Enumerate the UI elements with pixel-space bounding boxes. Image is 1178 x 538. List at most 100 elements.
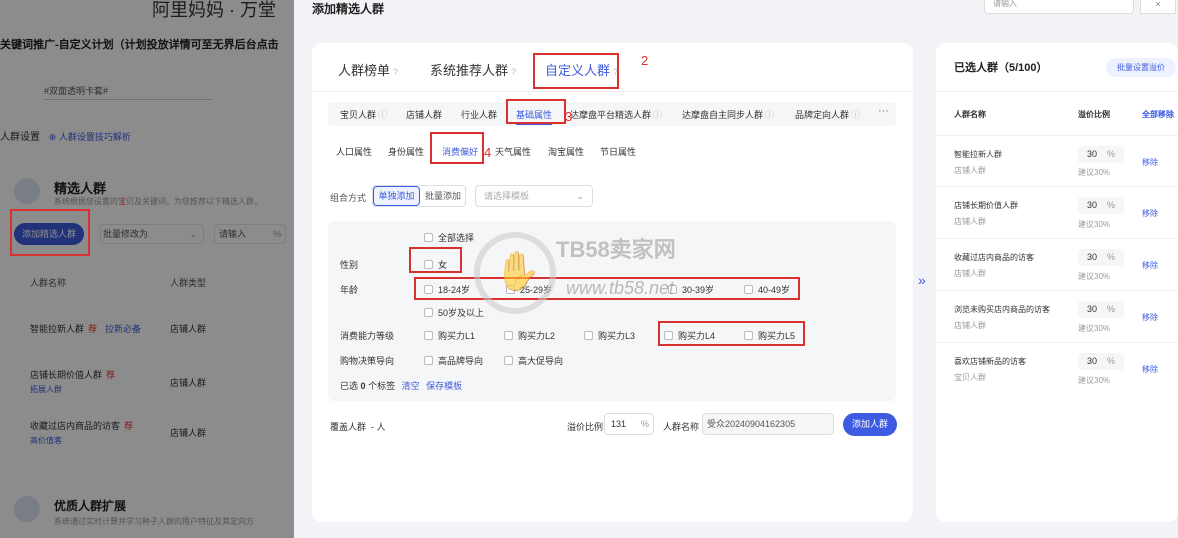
subtab-brand-crowd[interactable]: 品牌定向人群 ⓘ [795, 108, 860, 121]
help-icon: ? [613, 67, 619, 77]
subtab-item-crowd[interactable]: 宝贝人群 ⓘ [340, 108, 387, 121]
divider [936, 186, 1178, 187]
remove-item-link[interactable]: 移除 [1142, 260, 1158, 271]
cover-crowd: 覆盖人群 - 人 [330, 422, 386, 432]
selected-item-name: 店铺长期价值人群 店铺人群 [954, 201, 1018, 226]
remove-item-link[interactable]: 移除 [1142, 312, 1158, 323]
annotation-number: 4 [484, 145, 492, 160]
selected-item-suggestion: 建议30% [1078, 168, 1111, 177]
selected-item-ratio[interactable]: 30% [1078, 249, 1124, 266]
consume-option[interactable]: 购买力L3 [584, 329, 635, 342]
subtab-industry-crowd[interactable]: 行业人群 [461, 108, 497, 121]
consume-option[interactable]: 购买力L2 [504, 329, 555, 342]
transfer-arrow-icon[interactable]: » [918, 272, 926, 288]
selected-item-name: 浏览未购买店内商品的访客 店铺人群 [954, 305, 1050, 330]
consume-option[interactable]: 购买力L1 [424, 329, 475, 342]
annotation-number: 1 [120, 196, 127, 208]
selected-count-line: 已选 0 个标签 清空 保存模板 [340, 381, 463, 391]
help-icon: ⓘ [851, 110, 861, 120]
age-option[interactable]: 40-49岁 [744, 283, 790, 296]
gender-label: 性别 [340, 260, 359, 270]
selected-item-name: 智能拉新人群 店铺人群 [954, 150, 1002, 175]
combo-label: 组合方式 [330, 193, 367, 203]
subtab-damopan-sync[interactable]: 达摩盘自主同步人群 ⓘ [682, 108, 774, 121]
combo-segmented: 单独添加 批量添加 [372, 185, 466, 207]
selected-item-ratio[interactable]: 30% [1078, 197, 1124, 214]
add-crowd-button[interactable]: 添加人群 [843, 413, 897, 436]
attr-tab-taobao[interactable]: 淘宝属性 [548, 145, 584, 158]
template-select[interactable]: 请选择模板 ⌄ [475, 185, 593, 207]
tab-divider [312, 91, 913, 92]
close-icon[interactable]: × [1140, 0, 1176, 14]
divider [936, 290, 1178, 291]
modal-overlay[interactable] [0, 0, 300, 538]
subtab-basic-attr[interactable]: 基础属性 [516, 108, 553, 125]
attr-tab-identity[interactable]: 身份属性 [388, 145, 424, 158]
clear-link[interactable]: 清空 [402, 381, 420, 391]
age-option[interactable]: 25-29岁 [506, 283, 552, 296]
more-icon[interactable]: ··· [878, 105, 889, 117]
selected-item-suggestion: 建议30% [1078, 324, 1111, 333]
drawer-title: 添加精选人群 [312, 2, 385, 16]
crowd-name-label: 人群名称 [663, 422, 700, 432]
attr-tab-demographic[interactable]: 人口属性 [336, 145, 372, 158]
help-icon: ? [511, 67, 517, 77]
annotation-number: 2 [641, 53, 649, 68]
drawer-search-input[interactable]: 请输入 [984, 0, 1134, 14]
divider [936, 91, 1178, 92]
help-icon: ⓘ [378, 110, 388, 120]
attr-tab-weather[interactable]: 天气属性 [495, 145, 531, 158]
subtab-damopan-platform[interactable]: 达摩盘平台精选人群 ⓘ [570, 108, 662, 121]
attribute-panel: 全部选择 性别 女 年龄 18-24岁 25-29岁 30-39岁 40-49岁… [328, 221, 896, 401]
selected-item-ratio[interactable]: 30% [1078, 353, 1124, 370]
age-option[interactable]: 30-39岁 [668, 283, 714, 296]
ratio-label: 溢价比例 [567, 422, 604, 432]
remove-item-link[interactable]: 移除 [1142, 157, 1158, 168]
select-all-checkbox[interactable]: 全部选择 [424, 231, 474, 244]
add-crowd-drawer: 添加精选人群 请输入 × 人群榜单? 系统推荐人群? 自定义人群? 宝贝人群 ⓘ … [294, 0, 1178, 538]
col-premium-ratio: 溢价比例 [1078, 110, 1110, 119]
selected-item-ratio[interactable]: 30% [1078, 146, 1124, 163]
chevron-down-icon: ⌄ [576, 191, 584, 201]
tab-system-recommend[interactable]: 系统推荐人群? [430, 60, 516, 79]
selected-item-ratio[interactable]: 30% [1078, 301, 1124, 318]
crowd-name-input[interactable]: 受众20240904162305 [702, 413, 834, 435]
help-icon: ? [393, 67, 399, 77]
attr-tab-holiday[interactable]: 节日属性 [600, 145, 636, 158]
selected-crowd-title: 已选人群（5/100） [954, 62, 1048, 74]
consume-level-label: 消费能力等级 [340, 331, 395, 341]
selected-item-suggestion: 建议30% [1078, 376, 1111, 385]
gender-option-female[interactable]: 女 [424, 258, 447, 271]
remove-item-link[interactable]: 移除 [1142, 364, 1158, 375]
decision-option[interactable]: 高大促导向 [504, 354, 563, 367]
tab-custom-crowd[interactable]: 自定义人群? [545, 60, 618, 79]
attr-tab-consumption[interactable]: 消费偏好 [442, 145, 478, 158]
subtab-shop-crowd[interactable]: 店铺人群 [406, 108, 442, 121]
selected-item-name: 喜欢店铺新品的访客 宝贝人群 [954, 357, 1026, 382]
selected-item-suggestion: 建议30% [1078, 220, 1111, 229]
decision-label: 购物决策导向 [340, 356, 395, 366]
col-crowd-name: 人群名称 [954, 110, 986, 119]
annotation-number: 3 [565, 109, 573, 124]
tab-crowd-ranking[interactable]: 人群榜单? [338, 60, 398, 79]
help-icon: ⓘ [765, 110, 775, 120]
combo-single-button[interactable]: 单独添加 [373, 186, 420, 206]
selected-item-suggestion: 建议30% [1078, 272, 1111, 281]
consume-option[interactable]: 购买力L4 [664, 329, 715, 342]
age-option[interactable]: 50岁及以上 [424, 306, 484, 319]
ratio-input[interactable]: 131% [604, 413, 654, 435]
divider [936, 342, 1178, 343]
age-option[interactable]: 18-24岁 [424, 283, 470, 296]
selected-item-name: 收藏过店内商品的访客 店铺人群 [954, 253, 1034, 278]
age-label: 年龄 [340, 285, 359, 295]
remove-item-link[interactable]: 移除 [1142, 208, 1158, 219]
divider [936, 238, 1178, 239]
remove-all-link[interactable]: 全部移除 [1142, 109, 1174, 120]
help-icon: ⓘ [653, 110, 663, 120]
decision-option[interactable]: 高品牌导向 [424, 354, 483, 367]
batch-set-premium-button[interactable]: 批量设置溢价 [1106, 58, 1176, 77]
save-template-link[interactable]: 保存模板 [426, 381, 462, 391]
combo-batch-button[interactable]: 批量添加 [420, 186, 466, 206]
consume-option[interactable]: 购买力L5 [744, 329, 795, 342]
selected-crowd-card: 已选人群（5/100） 批量设置溢价 人群名称 溢价比例 全部移除 智能拉新人群… [936, 43, 1178, 522]
